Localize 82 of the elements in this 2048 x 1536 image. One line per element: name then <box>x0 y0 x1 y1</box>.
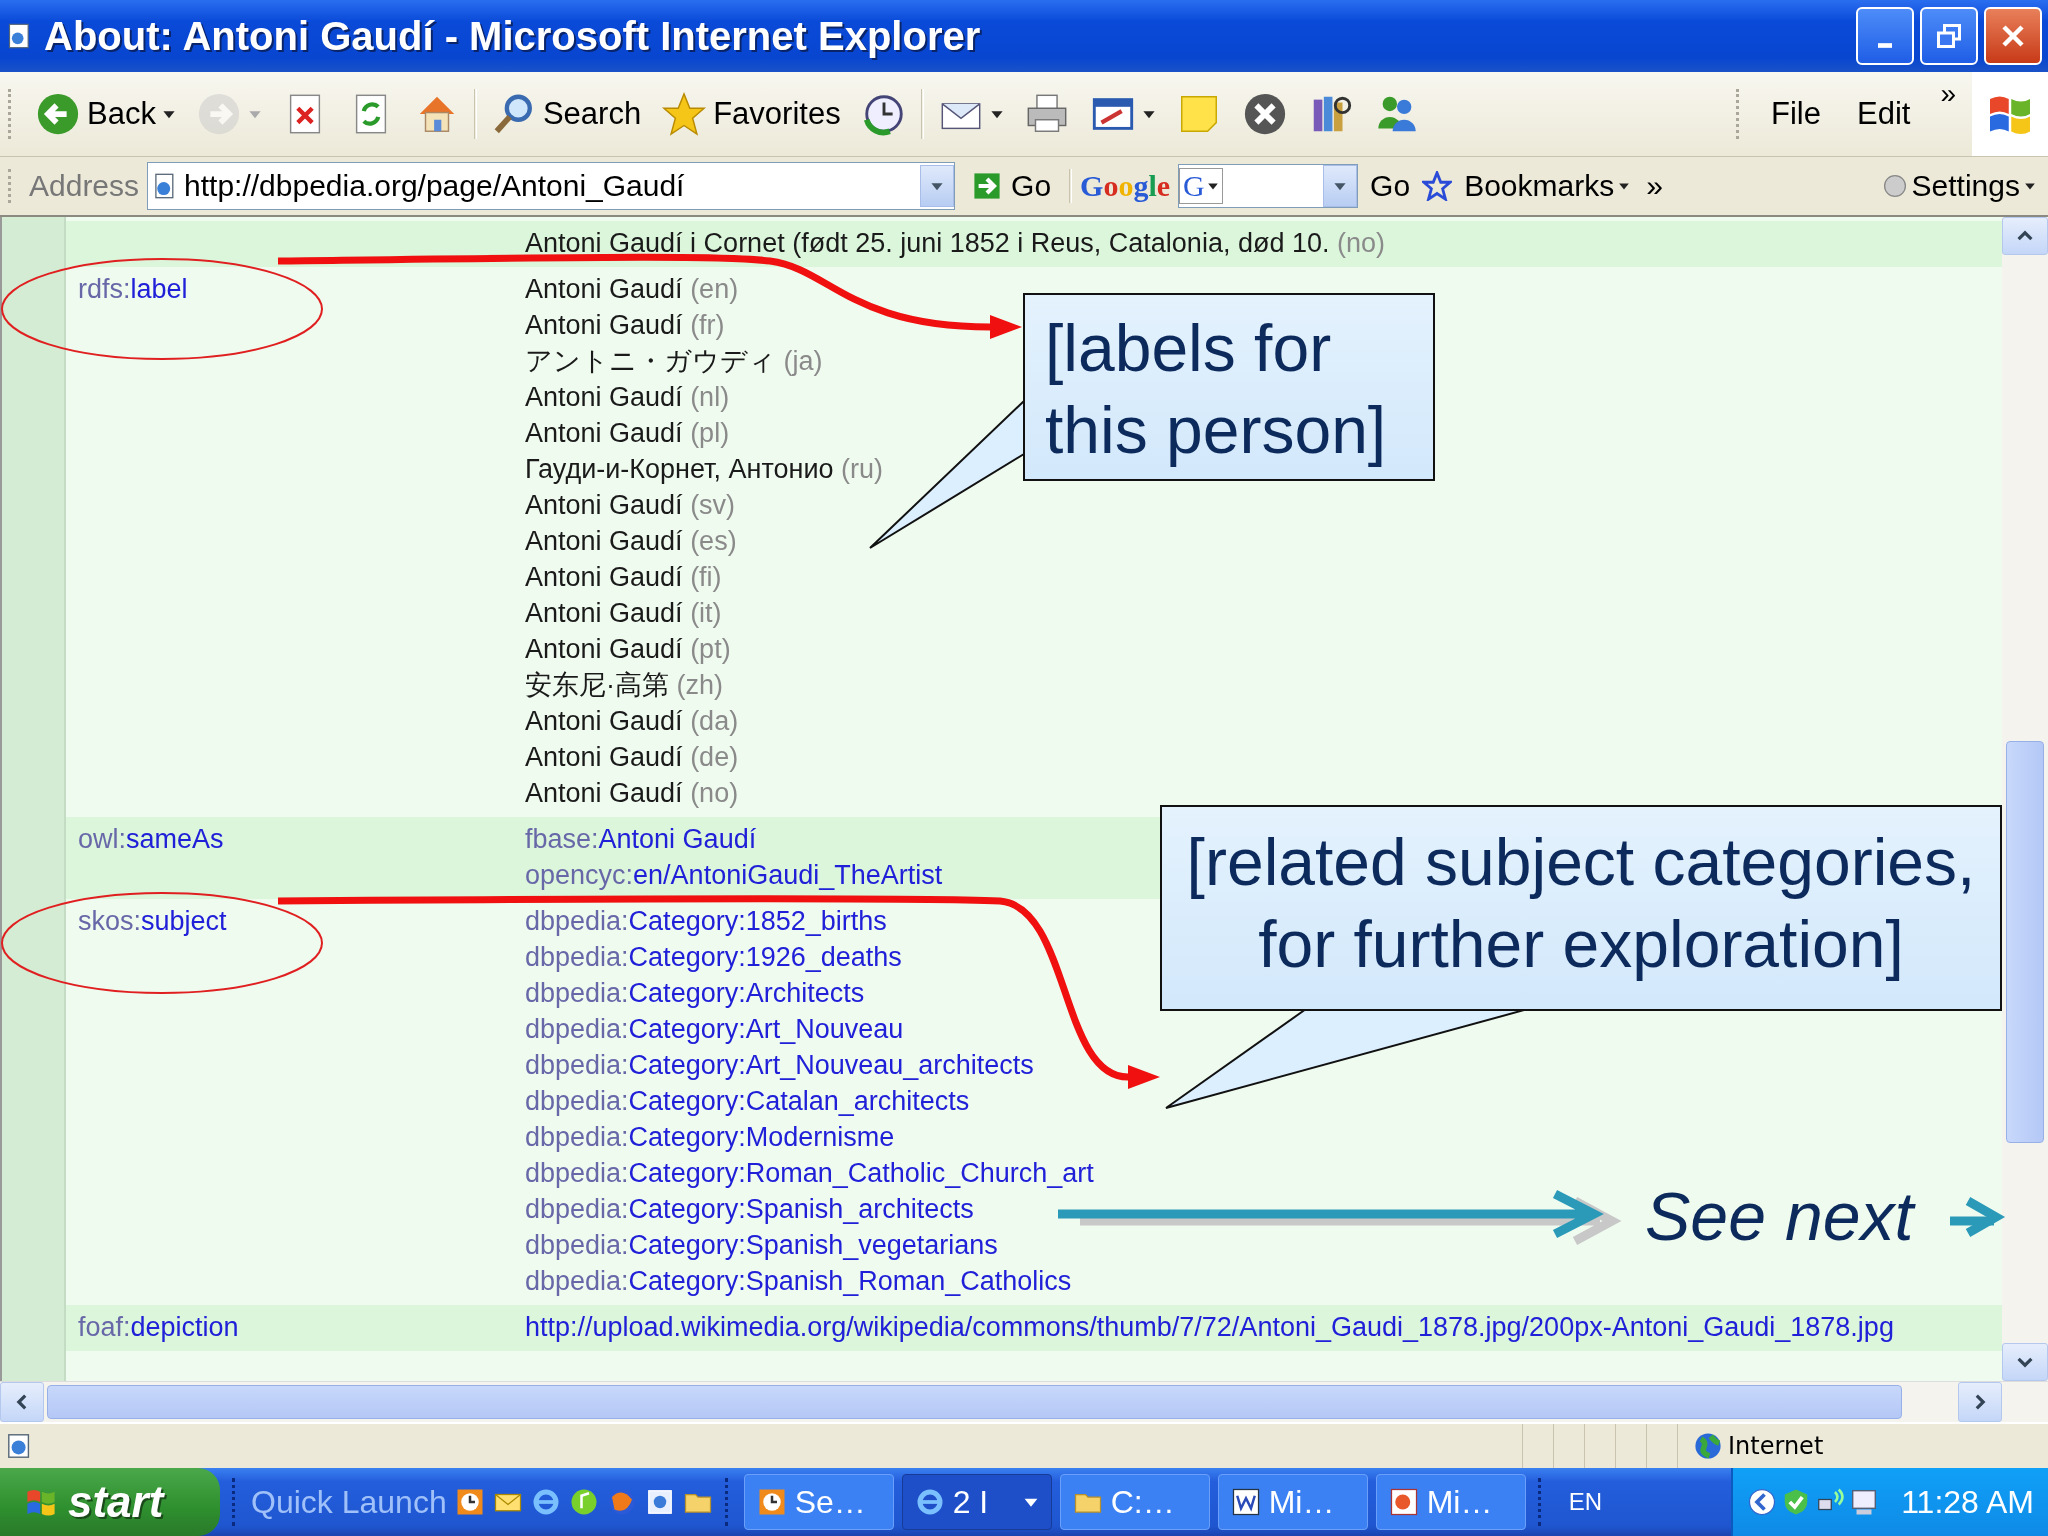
label-value: Antoni Gaudí (nl) <box>525 381 730 414</box>
google-logo: Google <box>1080 169 1171 203</box>
label-value: Antoni Gaudí (es) <box>525 525 737 558</box>
menu-item[interactable]: File <box>1757 92 1835 136</box>
google-go-button[interactable]: Go <box>1366 169 1415 203</box>
label-value: Antoni Gaudí i Cornet (født 25. juni 1852 i Reus, Catalonia, død 10. (no) <box>525 227 1385 260</box>
resource-link[interactable]: dbpedia:Category:Spanish_architects <box>525 1191 974 1227</box>
label-value: Antoni Gaudí (en) <box>525 273 739 306</box>
document-icon <box>1230 1487 1261 1517</box>
resource-link[interactable]: dbpedia:Category:1852_births <box>525 903 887 939</box>
taskbar-button[interactable]: 2 I <box>901 1474 1052 1530</box>
resource-link[interactable]: fbase:Antoni Gaudí <box>525 821 757 857</box>
label-value: Antoni Gaudí (da) <box>525 705 739 738</box>
vertical-scrollbar[interactable] <box>2002 217 2048 1381</box>
minimize-icon <box>1878 42 1892 48</box>
resource-link[interactable]: dbpedia:Category:Spanish_vegetarians <box>525 1227 998 1263</box>
label-value: Antoni Gaudí (pl) <box>525 417 730 450</box>
bookmarks-menu[interactable]: Bookmarks <box>1460 169 1635 203</box>
property-name[interactable]: rdfs:label <box>78 274 188 304</box>
image-link[interactable]: http://upload.wikimedia.org/wikipedia/commons/thumb/7/72/Antoni_Gaudi_1878.jpg/200px-Antoni_Gaudi_1878.jpg <box>525 1309 1894 1345</box>
quick-launch-label: Quick Launch <box>251 1483 447 1521</box>
chevron-left-icon[interactable] <box>1747 1487 1778 1517</box>
window-title: About: Antoni Gaudí - Microsoft Internet Explorer <box>44 13 982 59</box>
resource-link[interactable]: dbpedia:Category:Modernisme <box>525 1119 895 1155</box>
scroll-thumb[interactable] <box>47 1385 1902 1419</box>
resource-link[interactable]: dbpedia:Category:Art_Nouveau_architects <box>525 1047 1034 1083</box>
menu-item[interactable]: Edit <box>1843 92 1925 136</box>
resource-link[interactable]: opencyc:en/AntoniGaudi_TheArtist <box>525 857 943 893</box>
see-next-text: See next <box>1645 1177 1914 1255</box>
clock: 11:28 AM <box>1901 1483 2034 1521</box>
callout-text: for further exploration] <box>1258 906 1904 983</box>
resource-link[interactable]: dbpedia:Category:Art_Nouveau <box>525 1011 904 1047</box>
close-button[interactable] <box>1984 7 2042 65</box>
go-button[interactable]: Go <box>963 169 1062 203</box>
restore-button[interactable] <box>1920 7 1978 65</box>
taskbar-button[interactable]: C:… <box>1059 1474 1210 1530</box>
circle-icon <box>1881 173 1908 199</box>
taskbar-button[interactable]: Mi… <box>1217 1474 1368 1530</box>
label-value: Antoni Gaudí (de) <box>525 741 739 774</box>
back-button[interactable]: Back <box>29 87 182 141</box>
resource-link[interactable]: dbpedia:Category:Roman_Catholic_Church_art <box>525 1155 1094 1191</box>
resource-link[interactable]: dbpedia:Category:Catalan_architects <box>525 1083 970 1119</box>
callout-text: [labels for <box>1045 310 1332 387</box>
horizontal-scrollbar[interactable] <box>0 1381 2048 1422</box>
restore-icon <box>1934 21 1964 51</box>
address-label: Address <box>29 169 140 203</box>
label-value: Antoni Gaudí (it) <box>525 597 722 630</box>
star-icon <box>661 91 708 137</box>
resource-link[interactable]: dbpedia:Category:Spanish_Roman_Catholics <box>525 1263 1072 1299</box>
label-value: Antoni Gaudí (no) <box>525 777 739 810</box>
taskbar-button[interactable]: Mi… <box>1375 1474 1526 1530</box>
more-button[interactable]: » <box>1932 78 1964 110</box>
more-button[interactable]: » <box>1642 169 1667 203</box>
resource-link[interactable]: dbpedia:Category:Architects <box>525 975 865 1011</box>
minimize-button[interactable] <box>1856 7 1914 65</box>
label-value: アントニ・ガウディ (ja) <box>525 345 823 378</box>
property-name[interactable]: skos:subject <box>78 906 227 936</box>
property-name[interactable]: foaf:depiction <box>78 1312 239 1342</box>
taskbar-button[interactable]: Se… <box>743 1474 894 1530</box>
label-value: Antoni Gaudí (pt) <box>525 633 731 666</box>
callout-text: [related subject categories, <box>1186 824 1976 901</box>
slides-icon <box>1388 1487 1419 1517</box>
star-icon <box>1422 171 1453 201</box>
callout-text: this person] <box>1045 392 1387 469</box>
windows-logo-icon <box>1972 72 2048 156</box>
label-value: Antoni Gaudí (fr) <box>525 309 725 342</box>
address-field[interactable]: http://dbpedia.org/page/Antoni_Gaudí <box>147 162 956 210</box>
google-search-field[interactable]: G <box>1178 164 1359 208</box>
search-button[interactable]: Search <box>484 87 648 141</box>
language-indicator[interactable]: EN <box>1556 1488 1614 1516</box>
settings-menu[interactable]: Settings <box>1877 169 2040 203</box>
property-name[interactable]: owl:sameAs <box>78 824 224 854</box>
globe-icon <box>1694 1432 1722 1460</box>
start-button[interactable]: start <box>0 1468 220 1536</box>
label-value: Antoni Gaudí (fi) <box>525 561 722 594</box>
resource-link[interactable]: dbpedia:Category:1926_deaths <box>525 939 902 975</box>
label-value: Antoni Gaudí (sv) <box>525 489 736 522</box>
label-value: 安东尼·高第 (zh) <box>525 669 723 702</box>
favorites-button[interactable]: Favorites <box>655 87 847 141</box>
security-zone: Internet <box>1728 1432 1824 1460</box>
label-value: Гауди-и-Корнет, Антонио (ru) <box>525 453 883 486</box>
scroll-thumb[interactable] <box>2006 741 2044 1143</box>
